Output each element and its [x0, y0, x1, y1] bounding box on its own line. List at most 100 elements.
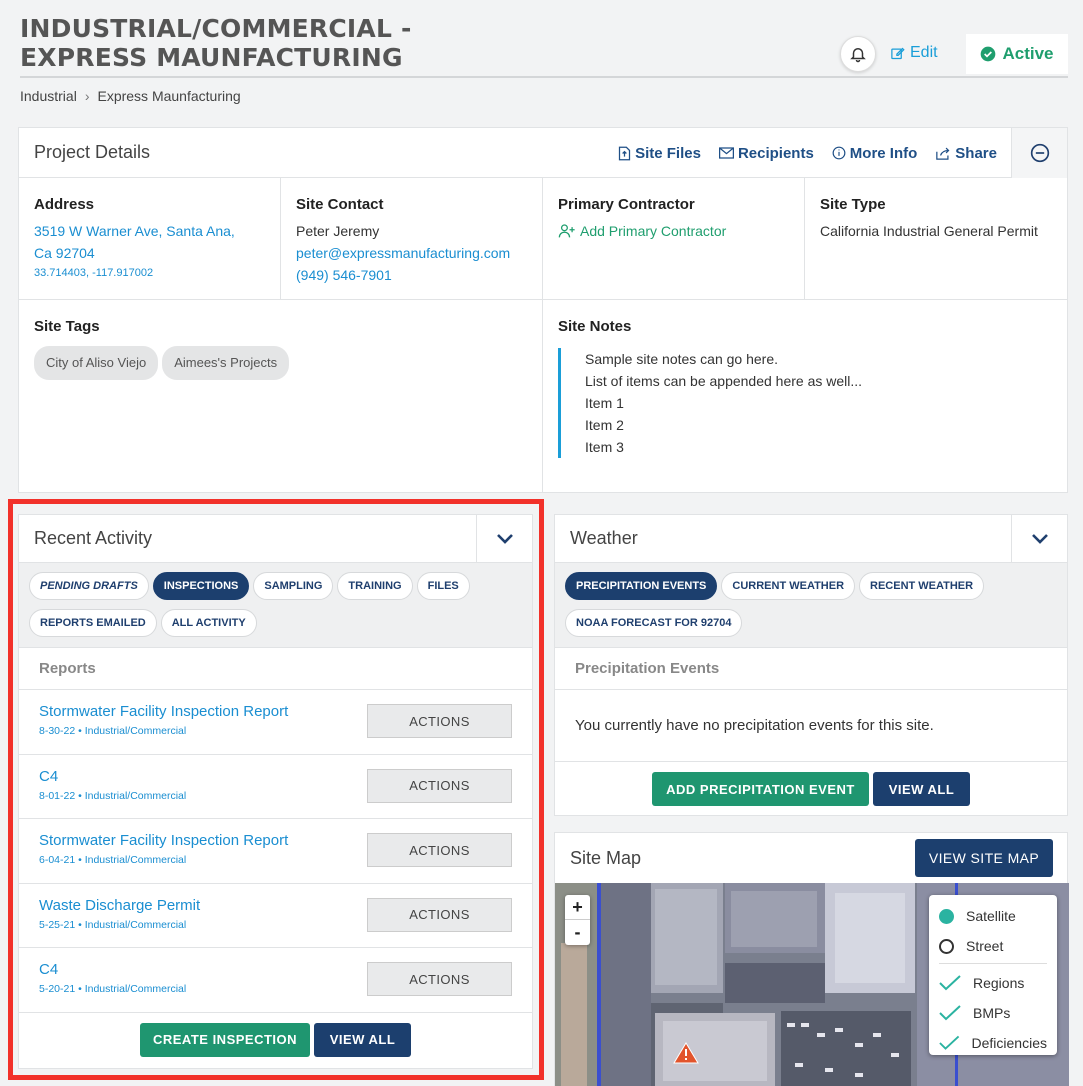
- address-label: Address: [34, 196, 95, 213]
- radio-unselected-icon[interactable]: [939, 938, 954, 954]
- site-map-title: Site Map: [570, 847, 642, 868]
- chevron-right-icon: ›: [84, 88, 90, 104]
- envelope-icon: [718, 147, 734, 159]
- add-primary-contractor-label: Add Primary Contractor: [580, 223, 727, 239]
- collapse-button[interactable]: [1011, 128, 1067, 178]
- contact-email-link[interactable]: peter@expressmanufacturing.com: [296, 242, 527, 264]
- weather-tabs: PRECIPITATION EVENTS CURRENT WEATHER REC…: [555, 563, 1067, 648]
- edit-icon: [891, 47, 905, 59]
- share-link[interactable]: Share: [935, 145, 997, 162]
- site-note-line: Item 2: [585, 417, 624, 433]
- tab-current-weather[interactable]: CURRENT WEATHER: [721, 572, 856, 600]
- weather-toggle[interactable]: [1011, 515, 1067, 563]
- recipients-link[interactable]: Recipients: [718, 144, 814, 162]
- weather-header: Weather: [555, 515, 1067, 563]
- zoom-in-button[interactable]: +: [565, 895, 590, 920]
- site-map-card: Site Map VIEW SITE MAP + - Satellite Str…: [554, 832, 1069, 1086]
- edit-label: Edit: [910, 44, 938, 61]
- weather-buttons: ADD PRECIPITATION EVENT VIEW ALL: [555, 762, 1067, 806]
- site-type-label: Site Type: [820, 196, 886, 213]
- tab-recent-weather[interactable]: RECENT WEATHER: [859, 572, 985, 600]
- site-notes-cell: Site Notes Sample site notes can go here…: [543, 300, 1067, 492]
- project-details-header: Project Details Site Files Recipients Mo…: [19, 128, 1067, 178]
- view-site-map-button[interactable]: VIEW SITE MAP: [915, 839, 1053, 877]
- checkmark-icon[interactable]: [939, 1035, 960, 1051]
- overlay-label: BMPs: [973, 1005, 1011, 1021]
- overlay-label: Deficiencies: [971, 1035, 1047, 1051]
- primary-contractor-label: Primary Contractor: [558, 196, 695, 213]
- address-coords[interactable]: 33.714403, -117.917002: [34, 264, 265, 282]
- overlay-deficiencies[interactable]: Deficiencies: [939, 1028, 1047, 1058]
- breadcrumb-item[interactable]: Industrial: [20, 88, 77, 104]
- site-type-value: California Industrial General Permit: [820, 223, 1038, 239]
- no-precipitation-message: You currently have no precipitation even…: [555, 690, 1067, 762]
- site-map-header: Site Map VIEW SITE MAP: [555, 833, 1067, 883]
- status-label: Active: [1002, 44, 1054, 63]
- weather-title: Weather: [570, 528, 638, 548]
- primary-contractor-cell: Primary Contractor Add Primary Contracto…: [543, 178, 805, 299]
- site-type-cell: Site Type California Industrial General …: [805, 178, 1067, 299]
- address-cell: Address 3519 W Warner Ave, Santa Ana, Ca…: [19, 178, 281, 299]
- project-details-links: Site Files Recipients More Info Share: [618, 128, 997, 178]
- breadcrumb: Industrial › Express Maunfacturing: [20, 88, 241, 104]
- layer-divider: [939, 963, 1047, 964]
- site-map-view[interactable]: + - Satellite Street Regions BMPs Defici…: [555, 883, 1069, 1086]
- minus-circle-icon: [1030, 143, 1049, 163]
- overlay-bmps[interactable]: BMPs: [939, 998, 1047, 1028]
- more-info-link[interactable]: More Info: [832, 144, 918, 162]
- checkmark-icon[interactable]: [939, 975, 961, 991]
- check-circle-icon: [981, 46, 996, 62]
- overlay-label: Regions: [973, 975, 1025, 991]
- overlay-regions[interactable]: Regions: [939, 968, 1047, 998]
- notification-bell-button[interactable]: [840, 36, 876, 72]
- status-badge: Active: [966, 34, 1068, 74]
- highlight-box: [8, 499, 544, 1080]
- layer-label: Street: [966, 938, 1004, 954]
- site-tag[interactable]: City of Aliso Viejo: [34, 346, 159, 380]
- info-icon: [832, 146, 846, 160]
- contact-name: Peter Jeremy: [296, 223, 380, 239]
- page-header: INDUSTRIAL/COMMERCIAL - EXPRESS MAUNFACT…: [20, 14, 1068, 78]
- precipitation-section-label: Precipitation Events: [555, 648, 1067, 690]
- page-title: INDUSTRIAL/COMMERCIAL - EXPRESS MAUNFACT…: [20, 14, 412, 72]
- add-precipitation-event-button[interactable]: ADD PRECIPITATION EVENT: [652, 772, 869, 806]
- view-all-button[interactable]: VIEW ALL: [873, 772, 970, 806]
- address-line-1[interactable]: 3519 W Warner Ave, Santa Ana,: [34, 220, 265, 242]
- share-label: Share: [955, 144, 997, 162]
- zoom-controls: + -: [565, 895, 590, 945]
- site-files-label: Site Files: [635, 144, 701, 162]
- bell-icon: [850, 48, 866, 63]
- more-info-label: More Info: [849, 144, 918, 162]
- site-tags-label: Site Tags: [34, 318, 100, 335]
- recipients-label: Recipients: [737, 144, 814, 162]
- layer-control-panel: Satellite Street Regions BMPs Deficienci…: [929, 895, 1057, 1055]
- share-icon: [936, 147, 950, 160]
- site-note-line: Item 1: [585, 395, 624, 411]
- site-contact-label: Site Contact: [296, 196, 384, 213]
- site-note-line: Sample site notes can go here.: [585, 351, 779, 367]
- tab-precipitation-events[interactable]: PRECIPITATION EVENTS: [565, 572, 718, 600]
- site-note-line: Item 3: [585, 439, 624, 455]
- address-line-2[interactable]: Ca 92704: [34, 242, 265, 264]
- contact-phone-link[interactable]: (949) 546-7901: [296, 264, 527, 286]
- layer-satellite[interactable]: Satellite: [939, 901, 1047, 931]
- weather-card: Weather PRECIPITATION EVENTS CURRENT WEA…: [554, 514, 1068, 816]
- site-notes-content: Sample site notes can go here. List of i…: [558, 348, 1052, 458]
- site-note-line: List of items can be appended here as we…: [585, 373, 863, 389]
- project-details-title: Project Details: [34, 142, 151, 162]
- project-details-row-1: Address 3519 W Warner Ave, Santa Ana, Ca…: [19, 178, 1067, 300]
- add-user-icon: [558, 224, 575, 238]
- site-notes-label: Site Notes: [558, 318, 632, 335]
- radio-selected-icon[interactable]: [939, 908, 954, 924]
- tab-noaa-forecast[interactable]: NOAA FORECAST FOR 92704: [565, 608, 743, 637]
- layer-street[interactable]: Street: [939, 931, 1047, 961]
- zoom-out-button[interactable]: -: [565, 920, 590, 945]
- add-primary-contractor-link[interactable]: Add Primary Contractor: [558, 220, 789, 242]
- site-tag[interactable]: Aimees's Projects: [162, 346, 290, 380]
- site-files-link[interactable]: Site Files: [618, 145, 701, 162]
- site-contact-cell: Site Contact Peter Jeremy peter@expressm…: [281, 178, 543, 299]
- site-tags-cell: Site Tags City of Aliso Viejo Aimees's Pr…: [19, 300, 543, 492]
- edit-button[interactable]: Edit: [890, 44, 938, 62]
- breadcrumb-item[interactable]: Express Maunfacturing: [97, 88, 240, 104]
- checkmark-icon[interactable]: [939, 1005, 961, 1021]
